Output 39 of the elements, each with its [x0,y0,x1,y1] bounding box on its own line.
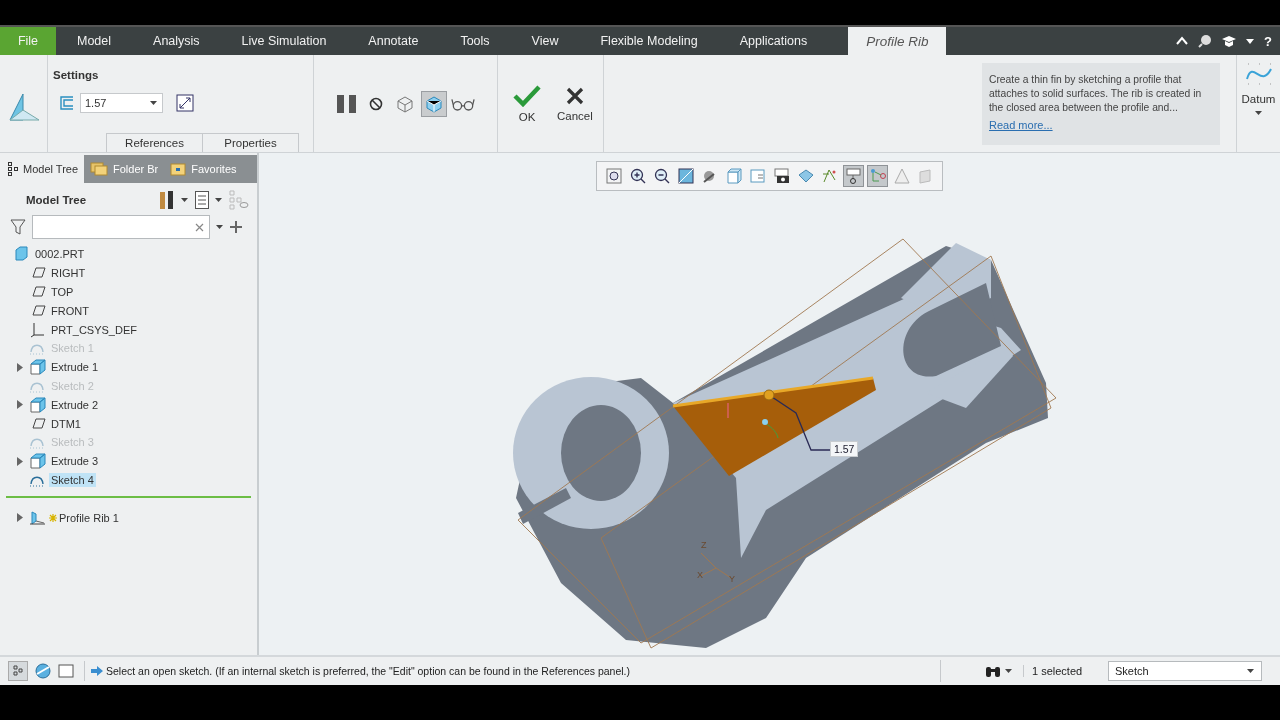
help-text: Create a thin fin by sketching a profile that attaches to solid surfaces. The rib is created in the closed area between the profile and... [989,73,1203,115]
ok-button[interactable]: OK [510,82,544,125]
tree-item[interactable]: TOP [49,285,76,299]
navigator-tab[interactable]: Model Tree [0,155,85,183]
ribbon-tab[interactable]: Annotate [347,27,440,55]
panel-tab[interactable]: References [106,133,203,152]
thickness-field[interactable]: 1.57 [80,93,163,113]
tree-item[interactable]: Sketch 4 [49,472,96,487]
tree-item[interactable]: RIGHT [49,266,88,281]
ribbon-tab[interactable]: View [510,27,580,55]
ribbon-tab[interactable]: Live Simulation [220,27,348,55]
read-more-link[interactable]: Read more... [989,119,1213,131]
axis-label: Z [701,540,707,550]
tree-item[interactable]: Extrude 2 [49,397,101,412]
help-button[interactable]: ? [1264,33,1272,49]
tree-item[interactable]: FRONT [49,303,91,318]
status-message: Select an open sketch. (If an internal sketch is preferred, the "Edit" option can be found in the References panel.) [106,665,630,677]
tree-item[interactable]: DTM1 [49,416,83,431]
tree-item[interactable]: PRT_CSYS_DEF [49,322,139,337]
tree-item[interactable]: Extrude 1 [49,360,101,375]
panel-title: Model Tree [26,194,87,206]
datum-button[interactable]: Datum [1236,55,1280,152]
cancel-button[interactable]: Cancel [554,83,596,124]
tree-item[interactable]: 0002.PRT [33,247,87,262]
ribbon-tab[interactable]: Profile Rib [848,27,947,55]
selection-filter[interactable]: Sketch [1108,661,1262,681]
tree-item[interactable]: Extrude 3 [49,454,101,469]
ribbon-tab[interactable]: Tools [439,27,511,55]
selection-count: 1 selected [1023,665,1102,677]
ribbon-tab[interactable]: Analysis [132,27,221,55]
axis-label: Y [729,574,735,584]
ribbon-tab[interactable]: Flexible Modeling [579,27,719,55]
tree-item[interactable]: Profile Rib 1 [57,510,121,525]
ribbon-tab[interactable]: Model [56,27,133,55]
group-title: Settings [53,69,100,81]
panel-tab[interactable]: Properties [202,133,299,152]
axis-label: X [697,570,703,580]
ribbon-tab[interactable]: Applications [718,27,829,55]
dimension-label[interactable]: 1.57 [830,441,859,457]
